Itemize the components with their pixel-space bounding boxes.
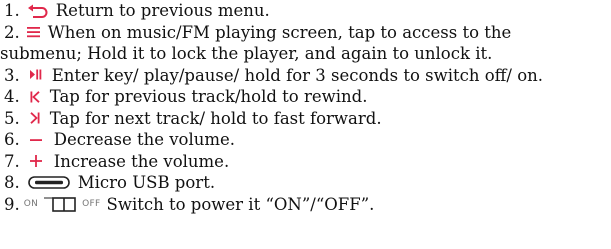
switch-off-label: OFF xyxy=(82,198,101,209)
item-text: Tap for previous track/hold to rewind. xyxy=(49,87,368,106)
item-text: Enter key/ play/pause/ hold for 3 second… xyxy=(51,65,544,85)
switch-toggle-graphic xyxy=(44,197,76,213)
list-item: 9. ON OFF Switch to power it “ON”/“OFF”. xyxy=(4,194,609,216)
next-track-icon xyxy=(30,112,40,125)
micro-usb-port-icon xyxy=(27,176,70,190)
item-text: When on music/FM playing screen, tap to … xyxy=(47,22,512,42)
item-number: 1. xyxy=(4,1,20,20)
item-number: 5. xyxy=(4,108,20,128)
item-text: Tap for next track/ hold to fast forward… xyxy=(49,108,382,128)
switch-on-label: ON xyxy=(23,198,39,209)
list-item: 5. Tap for next track/ hold to fast forw… xyxy=(4,108,609,130)
item-text-continuation: submenu; Hold it to lock the player, and… xyxy=(0,44,493,63)
item-number: 7. xyxy=(4,151,20,171)
item-number: 4. xyxy=(4,87,20,106)
list-item: 4. Tap for previous track/hold to rewind… xyxy=(4,86,609,108)
item-number: 3. xyxy=(4,65,20,85)
minus-icon xyxy=(29,134,42,146)
item-text: Switch to power it “ON”/“OFF”. xyxy=(106,194,375,214)
item-number: 6. xyxy=(4,130,20,149)
list-item: 2. When on music/FM playing screen, tap … xyxy=(4,22,609,44)
item-text: Increase the volume. xyxy=(53,151,230,171)
play-pause-icon xyxy=(29,69,42,81)
item-text: Decrease the volume. xyxy=(53,130,236,149)
item-number: 9. xyxy=(4,194,20,214)
return-arrow-icon xyxy=(27,4,49,18)
list-item: 7. Increase the volume. xyxy=(4,151,609,173)
plus-icon xyxy=(29,155,42,168)
item-text: Return to previous menu. xyxy=(55,1,270,20)
item-text: Micro USB port. xyxy=(77,173,216,192)
power-switch-icon: ON OFF xyxy=(24,194,101,216)
list-item: 8. Micro USB port. xyxy=(4,172,609,194)
list-item: 6. Decrease the volume. xyxy=(4,129,609,151)
list-item: 1. Return to previous menu. xyxy=(4,0,609,22)
instruction-list: 1. Return to previous menu. 2. When on m… xyxy=(0,0,609,216)
list-item: 3. Enter key/ play/pause/ hold for 3 sec… xyxy=(4,65,609,87)
list-item-continuation: submenu; Hold it to lock the player, and… xyxy=(0,43,609,65)
previous-track-icon xyxy=(30,90,40,103)
item-number: 8. xyxy=(4,173,20,192)
item-number: 2. xyxy=(4,22,20,42)
menu-lines-icon xyxy=(26,26,41,38)
